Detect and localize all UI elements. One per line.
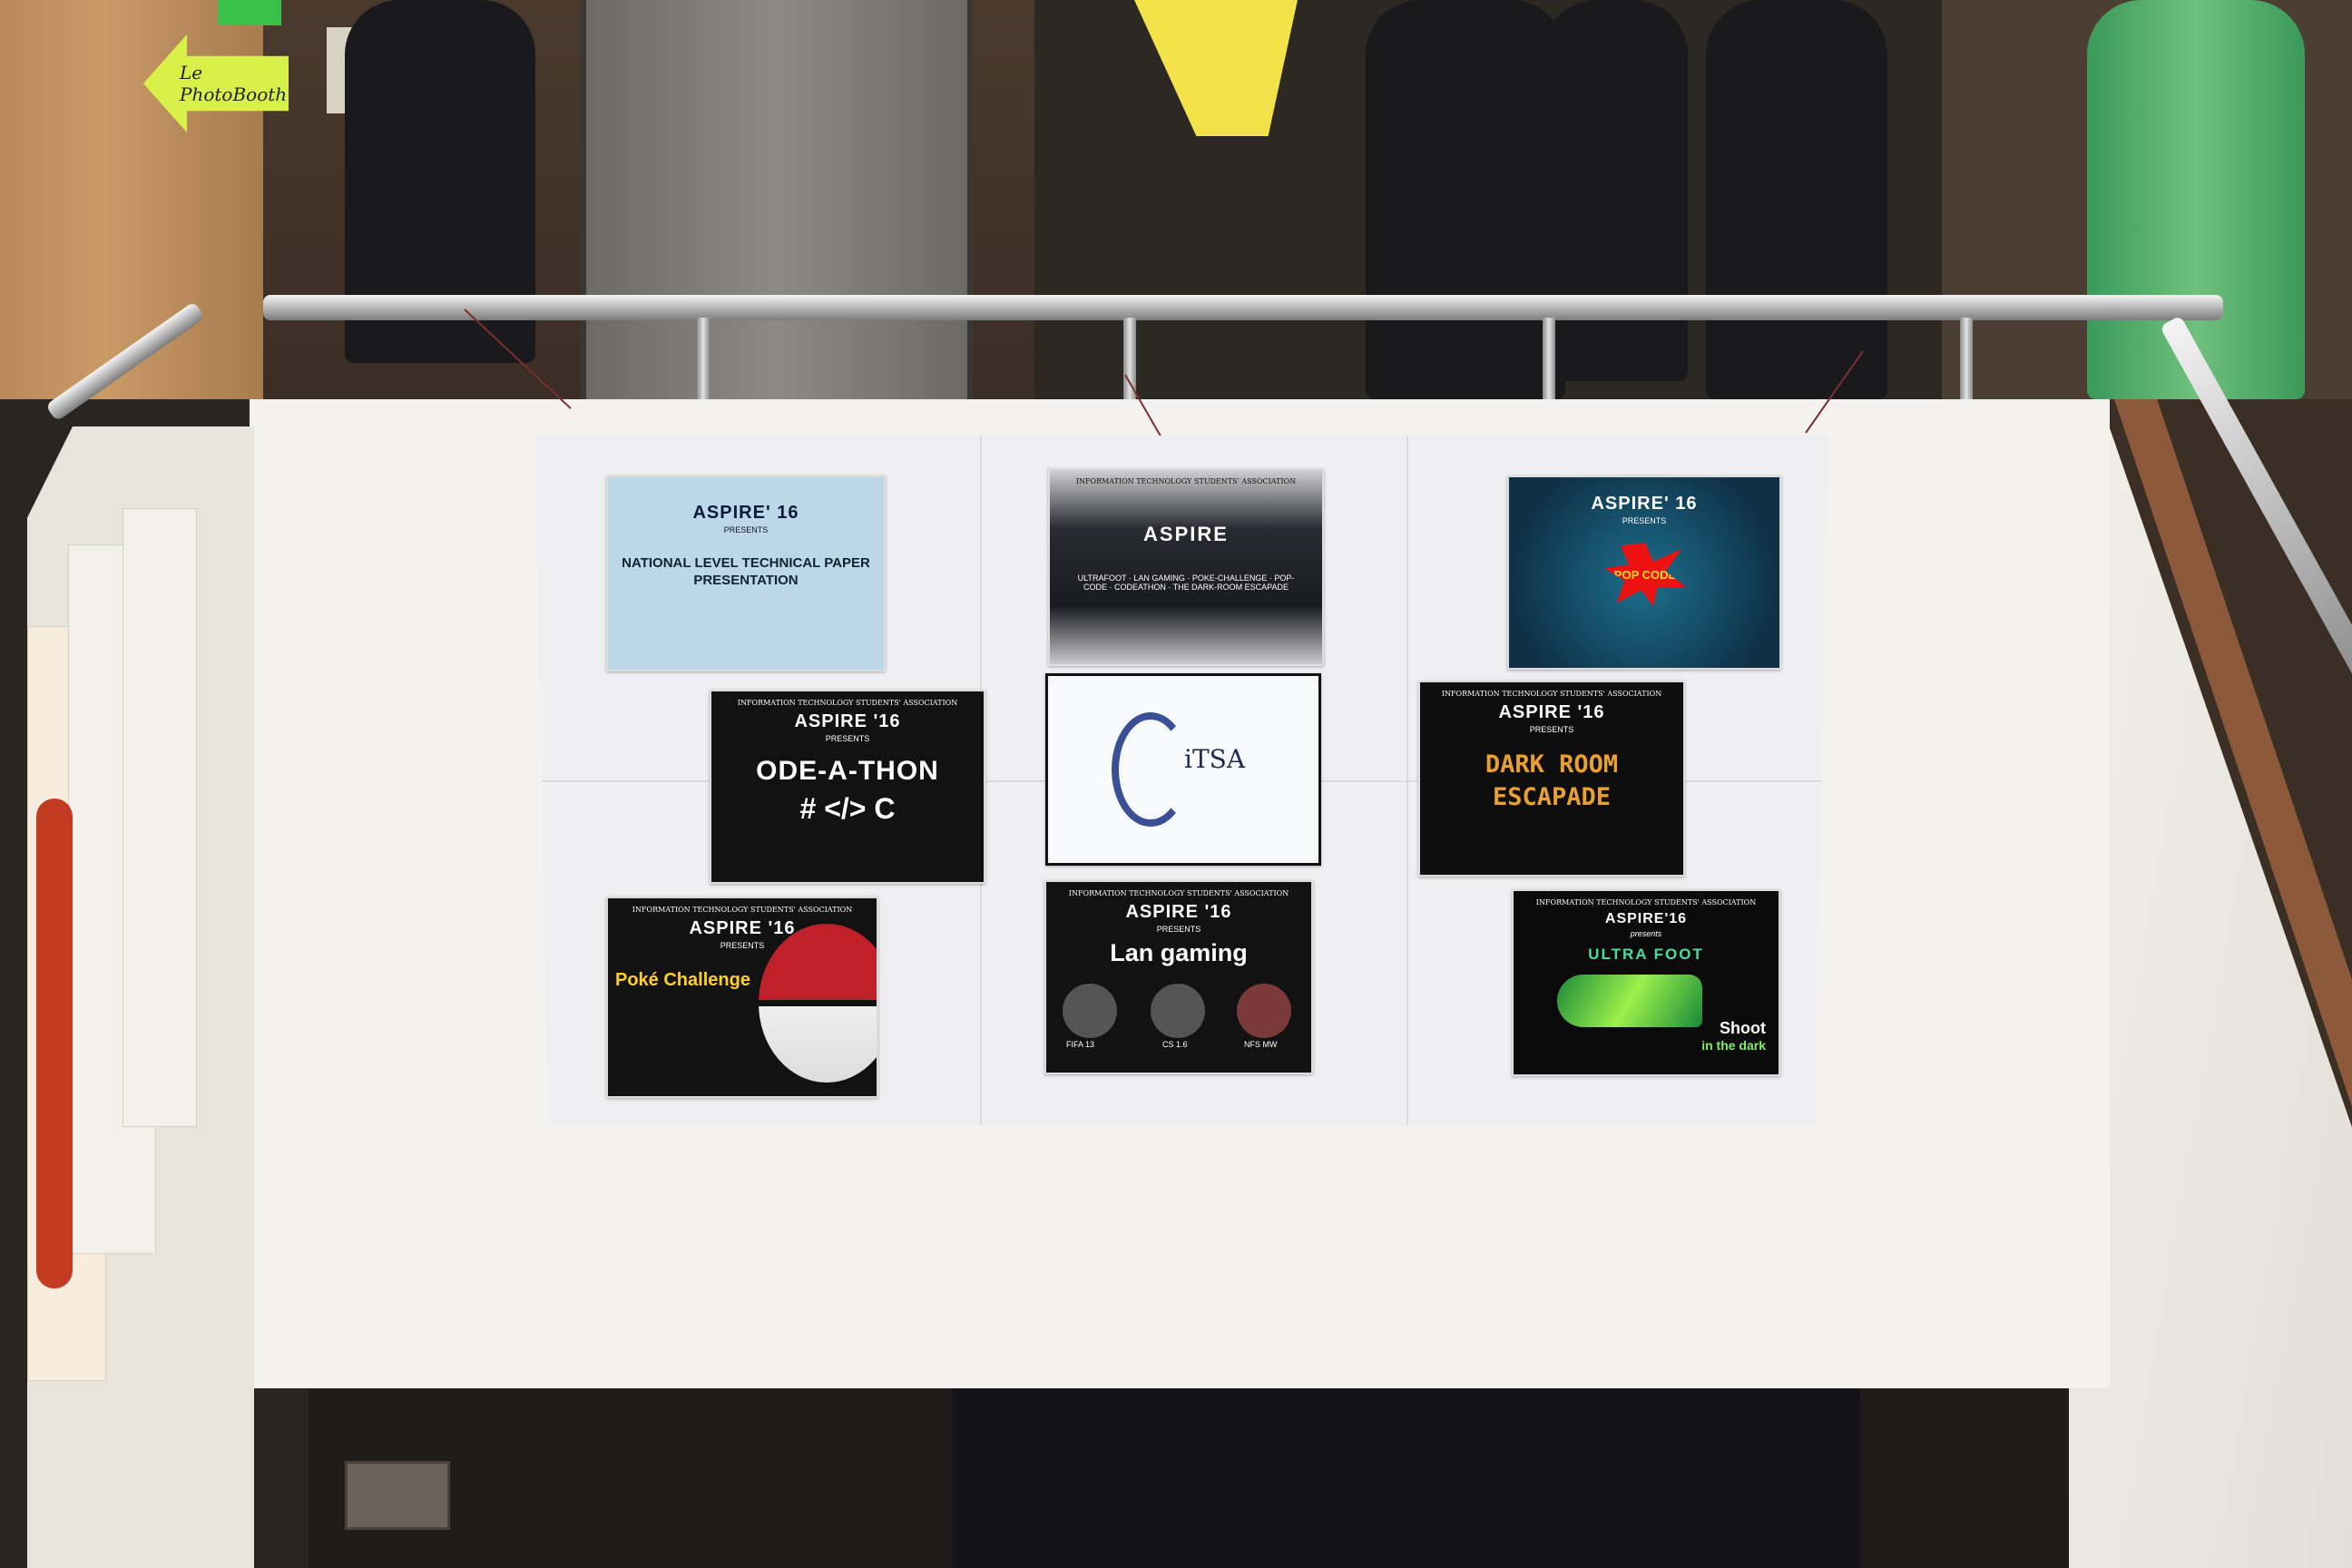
person-black-shirt-center <box>1543 0 1688 381</box>
poster-institute: INFORMATION TECHNOLOGY STUDENTS' ASSOCIA… <box>632 906 853 914</box>
poster-headline: ASPIRE <box>1143 523 1229 545</box>
poster-presents: presents <box>1630 929 1662 938</box>
arrow-sign-text: Le PhotoBooth <box>180 62 288 105</box>
lower-floor-decorated-wall <box>953 1388 1860 1568</box>
poster-presents: PRESENTS <box>720 941 765 950</box>
poster-headline: iTSA <box>1184 744 1246 774</box>
side-poster-3 <box>122 508 197 1127</box>
game-thumb-fifa <box>1063 984 1117 1038</box>
elevator-door <box>581 0 973 399</box>
poster-dark-room: INFORMATION TECHNOLOGY STUDENTS' ASSOCIA… <box>1418 681 1685 877</box>
poster-institute: INFORMATION TECHNOLOGY STUDENTS' ASSOCIA… <box>1535 898 1757 906</box>
tagline-shoot: Shoot <box>1720 1019 1766 1037</box>
poster-title: ASPIRE '16 <box>689 918 796 938</box>
poster-institute: INFORMATION TECHNOLOGY STUDENTS' ASSOCIA… <box>1068 889 1289 897</box>
poster-institute: INFORMATION TECHNOLOGY STUDENTS' ASSOCIA… <box>737 699 958 707</box>
poster-title: ASPIRE '16 <box>1498 702 1605 722</box>
poster-title: ASPIRE' 16 <box>1591 494 1698 514</box>
poster-headline-line1: DARK ROOM <box>1485 750 1619 779</box>
poster-ultra-foot: INFORMATION TECHNOLOGY STUDENTS' ASSOCIA… <box>1512 889 1780 1076</box>
lower-notice-box <box>345 1461 450 1530</box>
person-navy-shirt <box>1366 0 1565 399</box>
poster-presents: PRESENTS <box>723 525 769 534</box>
poster-headline: ULTRA FOOT <box>1588 946 1704 963</box>
game-label-fifa: FIFA 13 <box>1066 1040 1095 1049</box>
rail-post <box>1960 318 1973 399</box>
poster-presents: PRESENTS <box>825 734 870 743</box>
poster-presents: PRESENTS <box>1529 725 1574 734</box>
game-label-nfs: NFS MW <box>1244 1040 1278 1049</box>
tagline-in-the-dark: in the dark <box>1701 1038 1766 1053</box>
pop-code-starburst: POP CODE <box>1604 543 1686 606</box>
poster-headline: ODE-A-THON <box>756 756 939 786</box>
side-poster-red-drawing <box>36 799 73 1289</box>
football-boot-image <box>1557 975 1702 1027</box>
poster-title: ASPIRE '16 <box>794 711 901 731</box>
poster-headline-line2: ESCAPADE <box>1492 783 1612 811</box>
poster-presents: PRESENTS <box>1622 516 1667 525</box>
poster-aspire-main: INFORMATION TECHNOLOGY STUDENTS' ASSOCIA… <box>1048 468 1324 666</box>
poster-tagline: Shoot in the dark <box>1701 1019 1766 1053</box>
top-handrail <box>263 295 2223 320</box>
person-black-tshirt <box>1706 0 1887 399</box>
itsa-logo-ring-icon <box>1112 712 1190 827</box>
poster-institute: INFORMATION TECHNOLOGY STUDENTS' ASSOCIA… <box>1441 690 1662 698</box>
poster-code-a-thon: INFORMATION TECHNOLOGY STUDENTS' ASSOCIA… <box>710 690 985 884</box>
game-thumb-nfs <box>1237 984 1291 1038</box>
person-green-check-shirt <box>2087 0 2305 399</box>
poster-presents: PRESENTS <box>1156 925 1201 934</box>
poster-title: ASPIRE'16 <box>1604 911 1688 926</box>
rail-post <box>697 318 710 399</box>
green-paper-tag <box>218 0 281 25</box>
poster-title: ASPIRE '16 <box>1125 902 1232 922</box>
game-label-cs: CS 1.6 <box>1162 1040 1188 1049</box>
poster-headline: Lan gaming <box>1110 939 1248 966</box>
poster-title: ASPIRE' 16 <box>692 503 799 523</box>
poster-paper-presentation: ASPIRE' 16 PRESENTS NATIONAL LEVEL TECHN… <box>606 475 886 671</box>
poster-lan-gaming: INFORMATION TECHNOLOGY STUDENTS' ASSOCIA… <box>1044 880 1313 1074</box>
poster-headline: Poké Challenge <box>615 970 750 990</box>
poster-itsa-logo: iTSA <box>1045 673 1321 866</box>
poster-symbols: # </> C <box>799 792 896 825</box>
rail-post <box>1123 318 1136 399</box>
rail-post <box>1543 318 1555 399</box>
poster-pop-code: ASPIRE' 16 PRESENTS POP CODE <box>1507 475 1781 670</box>
poster-events: ULTRAFOOT · LAN GAMING · POKE-CHALLENGE … <box>1077 573 1295 592</box>
poster-headline: POP CODE <box>1613 567 1677 582</box>
poster-headline: NATIONAL LEVEL TECHNICAL PAPER PRESENTAT… <box>622 555 870 588</box>
poster-poke-challenge: INFORMATION TECHNOLOGY STUDENTS' ASSOCIA… <box>606 897 878 1098</box>
game-thumb-cs <box>1151 984 1205 1038</box>
poster-institute: INFORMATION TECHNOLOGY STUDENTS' ASSOCIA… <box>1075 477 1297 485</box>
